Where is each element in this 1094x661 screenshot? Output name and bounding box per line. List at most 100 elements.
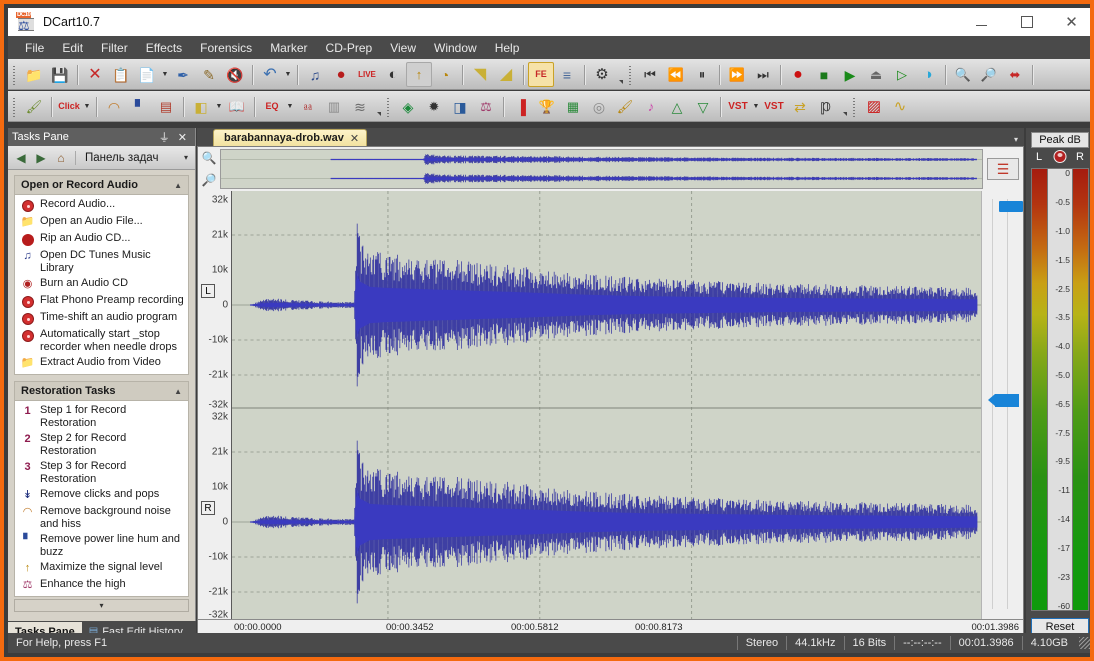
time-ruler[interactable]: 00:00.0000 00:00.3452 00:00.5812 00:00.8…: [198, 619, 1023, 634]
task-remove-hum-buzz[interactable]: ▘ Remove power line hum and buzz: [15, 532, 188, 560]
chevron-up-icon[interactable]: ▲: [174, 181, 182, 190]
pause-icon[interactable]: ⏸: [689, 62, 715, 87]
task-extract-audio-from-video[interactable]: 📁 Extract Audio from Video: [15, 355, 188, 372]
paste-icon[interactable]: 📄: [134, 62, 160, 87]
zoom-in-icon[interactable]: 🔍: [950, 62, 976, 87]
go-to-start-icon[interactable]: ⏮: [637, 62, 663, 87]
copy-icon[interactable]: 📋: [108, 62, 134, 87]
undo-icon[interactable]: ↶: [257, 62, 283, 87]
channel-badge-left[interactable]: L: [201, 284, 215, 298]
close-icon[interactable]: ✕: [174, 131, 191, 144]
task-remove-background-noise[interactable]: ◠ Remove background noise and hiss: [15, 504, 188, 532]
vst-add-remove-icon[interactable]: VST: [761, 94, 787, 119]
undo-dropdown-arrow-icon[interactable]: ▼: [283, 62, 293, 87]
group-header-open-record-audio[interactable]: Open or Record Audio ▲: [14, 175, 189, 194]
paste-dropdown-arrow-icon[interactable]: ▼: [160, 62, 170, 87]
eject-icon[interactable]: ⏏: [863, 62, 889, 87]
trophy-icon[interactable]: 🏆: [534, 94, 560, 119]
vst-icon[interactable]: VST: [725, 94, 751, 119]
menu-edit[interactable]: Edit: [53, 38, 92, 58]
close-button[interactable]: ✕: [1049, 8, 1094, 36]
chevron-down-icon[interactable]: ▾: [1014, 135, 1024, 146]
group-header-restoration-tasks[interactable]: Restoration Tasks ▲: [14, 381, 189, 400]
click-dropdown-arrow-icon[interactable]: ▼: [82, 94, 92, 119]
live-icon[interactable]: LIVE: [354, 62, 380, 87]
marker-stripes-icon[interactable]: ☰: [987, 158, 1019, 180]
compass-icon[interactable]: ◎: [586, 94, 612, 119]
fade-out-icon[interactable]: ◢: [493, 62, 519, 87]
task-time-shift[interactable]: Time-shift an audio program: [15, 310, 188, 327]
task-step-2[interactable]: 2 Step 2 for Record Restoration: [15, 431, 188, 459]
menu-marker[interactable]: Marker: [261, 38, 316, 58]
menu-view[interactable]: View: [381, 38, 425, 58]
select-edit-icon[interactable]: ✒: [170, 62, 196, 87]
toolbar-grip[interactable]: [851, 96, 858, 118]
pencil-icon[interactable]: ✎: [196, 62, 222, 87]
open-file-icon[interactable]: 📁: [21, 62, 47, 87]
stereo-field-icon[interactable]: ▐: [508, 94, 534, 119]
scatter-icon[interactable]: ✹: [421, 94, 447, 119]
media-icon[interactable]: ♪: [638, 94, 664, 119]
equalizer-icon[interactable]: EQ: [259, 94, 285, 119]
level-icon[interactable]: ↑: [406, 62, 432, 87]
toolbar-overflow-button[interactable]: [839, 95, 848, 119]
toolbar-grip[interactable]: [11, 96, 18, 118]
task-maximize-signal-level[interactable]: ↑ Maximize the signal level: [15, 560, 188, 577]
toolbar-grip[interactable]: [385, 96, 392, 118]
forensics-fe-icon[interactable]: FE: [528, 62, 554, 87]
pyramid-icon[interactable]: △: [664, 94, 690, 119]
scrub-icon[interactable]: ◑: [915, 62, 941, 87]
cone-icon[interactable]: ▽: [690, 94, 716, 119]
menu-help[interactable]: Help: [486, 38, 529, 58]
task-auto-start-stop[interactable]: Automatically start _stop recorder when …: [15, 327, 188, 355]
toolbar-overflow-button[interactable]: [615, 63, 624, 87]
vertical-zoom-handle-mid[interactable]: [995, 394, 1019, 407]
zoom-selection-icon[interactable]: ⬌: [1002, 62, 1028, 87]
go-to-end-icon[interactable]: ⏭: [750, 62, 776, 87]
paint-icon[interactable]: 🖌: [612, 94, 638, 119]
play-icon[interactable]: ▶: [837, 62, 863, 87]
spectrum-icon[interactable]: ◠: [101, 94, 127, 119]
click-repair-icon[interactable]: Click: [56, 94, 82, 119]
spectrogram-icon[interactable]: ▦: [560, 94, 586, 119]
task-flat-phono-preamp[interactable]: Flat Phono Preamp recording: [15, 293, 188, 310]
back-icon[interactable]: ◀: [12, 149, 30, 167]
menu-forensics[interactable]: Forensics: [191, 38, 261, 58]
cd-rip-icon[interactable]: ●: [328, 62, 354, 87]
menu-window[interactable]: Window: [425, 38, 486, 58]
vu-meter-icon[interactable]: ▤: [153, 94, 179, 119]
mute-icon[interactable]: 🔇: [222, 62, 248, 87]
forward-icon[interactable]: ▶: [32, 149, 50, 167]
vst-dropdown-arrow-icon[interactable]: ▼: [751, 94, 761, 119]
toolbar-overflow-button[interactable]: [373, 95, 382, 119]
curve-icon[interactable]: ∿: [887, 94, 913, 119]
crossfade-icon[interactable]: ▥: [321, 94, 347, 119]
menu-effects[interactable]: Effects: [137, 38, 191, 58]
envelope-dropdown-arrow-icon[interactable]: ▼: [214, 94, 224, 119]
minimize-button[interactable]: [959, 8, 1004, 36]
zoom-out-icon[interactable]: 🔎: [198, 169, 220, 191]
tasks-pane-scroll-down[interactable]: ▾: [14, 599, 189, 612]
envelope-icon[interactable]: ◧: [188, 94, 214, 119]
align-icon[interactable]: ≡: [554, 62, 580, 87]
overview-waveform-canvas[interactable]: [220, 149, 983, 189]
swap-icon[interactable]: ⇄: [787, 94, 813, 119]
menu-cd-prep[interactable]: CD-Prep: [317, 38, 382, 58]
rewind-icon[interactable]: ⏪: [663, 62, 689, 87]
home-icon[interactable]: ⌂: [52, 149, 70, 167]
vinyl-icon[interactable]: ◐: [380, 62, 406, 87]
clip-led-icon[interactable]: [1054, 150, 1067, 163]
declick-brush-icon[interactable]: 🖌: [21, 94, 47, 119]
task-step-1[interactable]: 1 Step 1 for Record Restoration: [15, 403, 188, 431]
eq-dropdown-arrow-icon[interactable]: ▼: [285, 94, 295, 119]
waveform-red-icon[interactable]: ▨: [861, 94, 887, 119]
bass-clef-icon[interactable]: 𝕡: [813, 94, 839, 119]
toolbar-grip[interactable]: [11, 64, 18, 86]
play-marker-icon[interactable]: ▷: [889, 62, 915, 87]
channel-badge-right[interactable]: R: [201, 501, 215, 515]
zoom-in-icon[interactable]: 🔍: [198, 147, 220, 169]
fast-forward-icon[interactable]: ⏩: [724, 62, 750, 87]
stop-icon[interactable]: ■: [811, 62, 837, 87]
fade-in-icon[interactable]: ◥: [467, 62, 493, 87]
chevron-down-icon[interactable]: ▾: [184, 153, 191, 162]
